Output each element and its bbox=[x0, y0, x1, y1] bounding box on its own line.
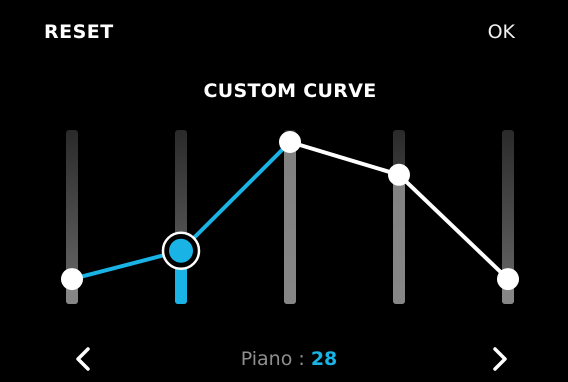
chevron-right-icon bbox=[493, 347, 507, 371]
instrument-label: Piano : bbox=[240, 348, 311, 370]
curve-editor bbox=[61, 130, 519, 304]
curve-point-5[interactable] bbox=[497, 268, 519, 291]
instrument-value: 28 bbox=[310, 348, 338, 370]
custom-curve-screen: RESET OK CUSTOM CURVE Piano : 28 bbox=[0, 0, 568, 382]
curve-segment-2 bbox=[179, 140, 292, 253]
slider-fill-3 bbox=[284, 142, 296, 304]
curve-segment-3 bbox=[288, 140, 401, 177]
curve-segment-4 bbox=[397, 172, 510, 282]
curve-point-4[interactable] bbox=[388, 163, 410, 186]
curve-point-3[interactable] bbox=[279, 131, 301, 153]
curve-point-2[interactable] bbox=[169, 238, 193, 263]
slider-fill-4 bbox=[393, 174, 405, 304]
curve-point-1[interactable] bbox=[61, 268, 83, 291]
instrument-status: Piano : 28 bbox=[0, 347, 568, 371]
next-button[interactable] bbox=[485, 344, 515, 374]
